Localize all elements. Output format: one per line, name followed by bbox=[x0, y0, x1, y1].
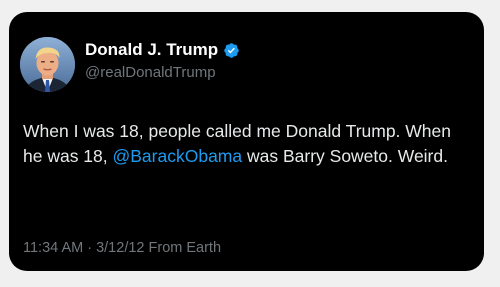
tweet-date[interactable]: 3/12/12 bbox=[96, 240, 144, 256]
tweet-time[interactable]: 11:34 AM bbox=[23, 240, 83, 256]
tweet-metadata: 11:34 AM · 3/12/12 From Earth bbox=[23, 239, 221, 257]
meta-separator: · bbox=[83, 240, 97, 256]
verified-badge-icon bbox=[223, 42, 240, 59]
tweet-text: When I was 18, people called me Donald T… bbox=[23, 119, 475, 169]
profile-photo-icon bbox=[20, 37, 75, 92]
author-handle[interactable]: @realDonaldTrump bbox=[85, 64, 216, 82]
tweet-text-part-2: was Barry Soweto. Weird. bbox=[242, 146, 448, 166]
author-name-row[interactable]: Donald J. Trump bbox=[85, 40, 240, 60]
avatar[interactable] bbox=[20, 37, 75, 92]
mention-link[interactable]: @BarackObama bbox=[113, 146, 243, 166]
tweet-card[interactable]: Donald J. Trump @realDonaldTrump When I … bbox=[9, 12, 484, 271]
tweet-source: From Earth bbox=[144, 240, 222, 256]
display-name[interactable]: Donald J. Trump bbox=[85, 40, 218, 60]
